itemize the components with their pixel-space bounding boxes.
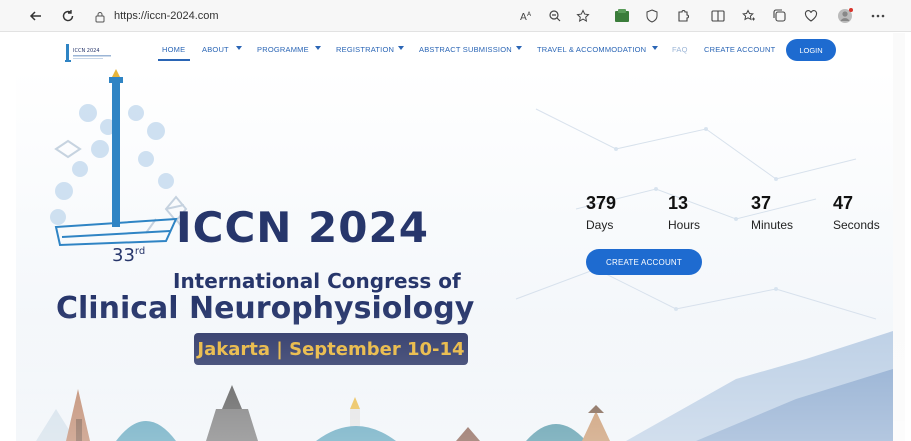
nav-abstract-submission[interactable]: ABSTRACT SUBMISSION — [419, 45, 512, 54]
split-screen-icon[interactable] — [708, 6, 728, 26]
countdown-seconds: 47 Seconds — [833, 193, 893, 232]
back-icon[interactable] — [26, 6, 46, 26]
iccn-logo[interactable]: ICCN 2024 — [64, 38, 116, 66]
nav-registration[interactable]: REGISTRATION — [336, 45, 394, 54]
about-dropdown-icon[interactable] — [236, 46, 242, 50]
abstract-dropdown-icon[interactable] — [516, 46, 522, 50]
edition-number: 33rd — [112, 245, 145, 266]
browser-toolbar: https://iccn-2024.com AA — [0, 0, 911, 32]
favorite-icon[interactable] — [573, 6, 593, 26]
countdown-minutes: 37 Minutes — [751, 193, 811, 232]
countdown-hours-value: 13 — [668, 193, 689, 213]
hero-title: ICCN 2024 — [176, 203, 429, 252]
monument-illustration — [54, 69, 178, 247]
programme-dropdown-icon[interactable] — [315, 46, 321, 50]
edition-digits: 33 — [112, 245, 135, 266]
lock-icon[interactable] — [94, 10, 106, 23]
heart-icon[interactable] — [801, 6, 821, 26]
countdown-days: 379 Days — [586, 193, 646, 232]
collections-icon[interactable] — [770, 6, 790, 26]
countdown-minutes-label: Minutes — [751, 218, 794, 232]
nav-faq[interactable]: FAQ — [672, 45, 688, 54]
svg-text:A: A — [527, 11, 532, 18]
url-text: https://iccn-2024.com — [114, 10, 219, 22]
edition-suffix: rd — [134, 246, 146, 257]
registration-dropdown-icon[interactable] — [398, 46, 404, 50]
login-button[interactable]: LOGIN — [786, 39, 836, 61]
countdown-minutes-value: 37 — [751, 193, 772, 213]
profile-icon[interactable] — [835, 6, 855, 26]
hero-pattern — [36, 69, 893, 441]
site-navbar: ICCN 2024 HOME ABOUT PROGRAMME REGISTRAT… — [16, 33, 893, 69]
nav-create-account[interactable]: CREATE ACCOUNT — [704, 45, 775, 54]
nav-programme[interactable]: PROGRAMME — [257, 45, 309, 54]
countdown-days-label: Days — [586, 218, 614, 232]
read-aloud-icon[interactable]: AA — [517, 6, 537, 26]
svg-text:A: A — [520, 12, 527, 22]
refresh-icon[interactable] — [58, 6, 78, 26]
travel-dropdown-icon[interactable] — [652, 46, 658, 50]
active-nav-underline — [158, 59, 190, 61]
hero-subtitle-line1: International Congress of — [173, 269, 461, 293]
logo-text: ICCN 2024 — [73, 48, 100, 54]
nav-travel-accommodation[interactable]: TRAVEL & ACCOMMODATION — [537, 45, 646, 54]
extension-icon[interactable] — [612, 6, 632, 26]
create-account-button[interactable]: CREATE ACCOUNT — [586, 249, 702, 275]
countdown-seconds-label: Seconds — [833, 218, 880, 232]
countdown-seconds-value: 47 — [833, 193, 854, 213]
countdown-hours-label: Hours — [668, 218, 701, 232]
shield-icon[interactable] — [642, 6, 662, 26]
zoom-icon[interactable] — [545, 6, 565, 26]
page-scrollbar-track[interactable] — [893, 33, 905, 441]
favorites-icon[interactable] — [739, 6, 759, 26]
more-icon[interactable] — [868, 6, 888, 26]
nav-about[interactable]: ABOUT — [202, 45, 229, 54]
puzzle-icon[interactable] — [673, 6, 693, 26]
countdown-hours: 13 Hours — [668, 193, 728, 232]
hero-subtitle-line2: Clinical Neurophysiology — [56, 291, 475, 326]
address-bar[interactable]: https://iccn-2024.com — [94, 4, 514, 28]
countdown-days-value: 379 — [586, 193, 617, 213]
website-viewport: ICCN 2024 HOME ABOUT PROGRAMME REGISTRAT… — [16, 33, 893, 441]
event-date-location: Jakarta | September 10-14 — [194, 333, 468, 365]
nav-home[interactable]: HOME — [162, 45, 185, 54]
